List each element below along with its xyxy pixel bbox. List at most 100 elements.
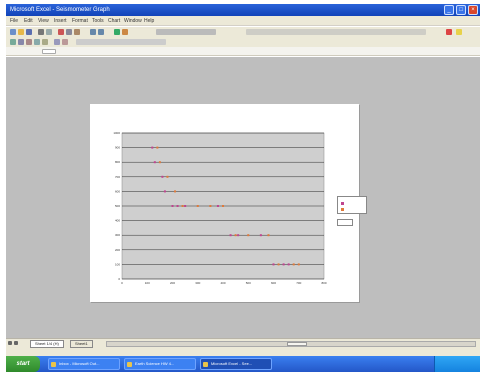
menu-tools[interactable]: Tools bbox=[92, 17, 104, 25]
chart-toolbar bbox=[6, 37, 480, 47]
menu-help[interactable]: Help bbox=[144, 17, 154, 25]
new-icon[interactable] bbox=[10, 29, 16, 35]
data-point bbox=[176, 205, 179, 207]
menu-file[interactable]: File bbox=[10, 17, 18, 25]
fill-color-icon[interactable] bbox=[456, 29, 462, 35]
chart-wizard-icon[interactable] bbox=[114, 29, 120, 35]
y-tick-label: 0 bbox=[118, 277, 120, 281]
open-icon[interactable] bbox=[18, 29, 24, 35]
task-document[interactable]: Earth Science HW 4... bbox=[124, 358, 196, 370]
data-point bbox=[158, 161, 161, 164]
chart-note-box[interactable] bbox=[337, 219, 353, 226]
data-point bbox=[229, 234, 232, 237]
format-toolbar-strip[interactable] bbox=[246, 29, 426, 35]
window-titlebar: Microsoft Excel - Seismometer Graph _ □ … bbox=[6, 4, 480, 16]
chart-area[interactable]: 0 100 200 300 400 500 600 700 800 900 1000 0 100 200 3… bbox=[90, 104, 359, 302]
menu-edit[interactable]: Edit bbox=[24, 17, 33, 25]
window-title: Microsoft Excel - Seismometer Graph bbox=[10, 7, 110, 13]
close-button[interactable]: × bbox=[468, 5, 478, 15]
y-tick-label: 100 bbox=[115, 262, 120, 266]
drawing-icon[interactable] bbox=[122, 29, 128, 35]
status-bar bbox=[6, 348, 480, 356]
data-point bbox=[277, 263, 280, 266]
legend-swatch-p bbox=[341, 201, 344, 205]
data-point bbox=[161, 175, 164, 178]
standard-toolbar bbox=[6, 27, 480, 37]
menu-bar: File Edit View Insert Format Tools Chart… bbox=[6, 16, 480, 26]
x-tick-label: 700 bbox=[296, 281, 301, 285]
chart-type-icon[interactable] bbox=[26, 39, 32, 45]
print-icon[interactable] bbox=[38, 29, 44, 35]
data-table-icon[interactable] bbox=[42, 39, 48, 45]
copy-icon[interactable] bbox=[66, 29, 72, 35]
data-point bbox=[234, 234, 237, 237]
system-tray bbox=[434, 356, 480, 372]
task-outlook[interactable]: Inbox - Microsoft Out... bbox=[48, 358, 120, 370]
legend-icon[interactable] bbox=[34, 39, 40, 45]
preview-icon[interactable] bbox=[46, 29, 52, 35]
horizontal-scrollbar[interactable] bbox=[106, 341, 476, 347]
undo-icon[interactable] bbox=[90, 29, 96, 35]
data-point bbox=[163, 190, 166, 193]
by-column-icon[interactable] bbox=[62, 39, 68, 45]
redo-icon[interactable] bbox=[98, 29, 104, 35]
tab-sheet1[interactable]: Sheet1 bbox=[70, 340, 93, 348]
x-tick-label: 500 bbox=[246, 281, 251, 285]
y-tick-label: 400 bbox=[115, 219, 120, 223]
tab-first-icon[interactable] bbox=[8, 341, 12, 345]
data-point bbox=[181, 205, 184, 207]
maximize-button[interactable]: □ bbox=[456, 5, 466, 15]
y-tick-label: 700 bbox=[115, 175, 120, 179]
menu-format[interactable]: Format bbox=[72, 17, 88, 25]
save-icon[interactable] bbox=[26, 29, 32, 35]
x-tick-label: 600 bbox=[271, 281, 276, 285]
legend-entry-p bbox=[341, 201, 346, 205]
data-point bbox=[267, 234, 270, 237]
menu-window[interactable]: Window bbox=[124, 17, 142, 25]
y-tick-label: 1000 bbox=[113, 131, 120, 135]
y-tick-label: 200 bbox=[115, 248, 120, 252]
by-row-icon[interactable] bbox=[54, 39, 60, 45]
task-excel[interactable]: Microsoft Excel - See... bbox=[200, 358, 272, 370]
formula-bar[interactable] bbox=[6, 47, 480, 56]
data-point bbox=[247, 234, 250, 237]
data-point bbox=[174, 190, 177, 193]
data-point bbox=[166, 175, 169, 178]
taskbar: start Inbox - Microsoft Out... Earth Sci… bbox=[6, 356, 480, 372]
chart-objects-dropdown[interactable] bbox=[76, 39, 166, 45]
menu-insert[interactable]: Insert bbox=[54, 17, 67, 25]
chart-legend[interactable] bbox=[337, 196, 367, 214]
start-button[interactable]: start bbox=[6, 356, 40, 372]
chart-area-icon[interactable] bbox=[10, 39, 16, 45]
cut-icon[interactable] bbox=[58, 29, 64, 35]
x-tick-label: 0 bbox=[121, 281, 123, 285]
y-tick-label: 600 bbox=[115, 189, 120, 193]
data-point bbox=[151, 146, 154, 149]
data-point bbox=[184, 205, 187, 207]
legend-swatch-s bbox=[341, 207, 344, 211]
x-tick-label: 200 bbox=[170, 281, 175, 285]
font-color-icon[interactable] bbox=[446, 29, 452, 35]
zoom-dropdown[interactable] bbox=[156, 29, 216, 35]
minimize-button[interactable]: _ bbox=[444, 5, 454, 15]
legend-entry-s bbox=[341, 207, 346, 211]
data-point bbox=[282, 263, 285, 266]
plot-area[interactable]: 0 100 200 300 400 500 600 700 800 900 1000 0 100 200 3… bbox=[110, 129, 330, 291]
data-point bbox=[209, 205, 212, 207]
horizontal-scroll-thumb[interactable] bbox=[287, 342, 307, 346]
data-point bbox=[171, 205, 174, 207]
x-tick-label: 400 bbox=[220, 281, 225, 285]
paste-icon[interactable] bbox=[74, 29, 80, 35]
y-tick-label: 900 bbox=[115, 146, 120, 150]
format-chart-icon[interactable] bbox=[18, 39, 24, 45]
y-tick-label: 800 bbox=[115, 160, 120, 164]
menu-chart[interactable]: Chart bbox=[108, 17, 120, 25]
menu-view[interactable]: View bbox=[38, 17, 49, 25]
tab-prev-icon[interactable] bbox=[14, 341, 18, 345]
data-point bbox=[196, 205, 199, 207]
tab-chart-sheet[interactable]: Sheet 1/4 (H) bbox=[30, 340, 64, 348]
data-point bbox=[297, 263, 300, 266]
name-box[interactable] bbox=[42, 49, 56, 54]
data-point bbox=[287, 263, 290, 266]
data-point bbox=[259, 234, 262, 237]
